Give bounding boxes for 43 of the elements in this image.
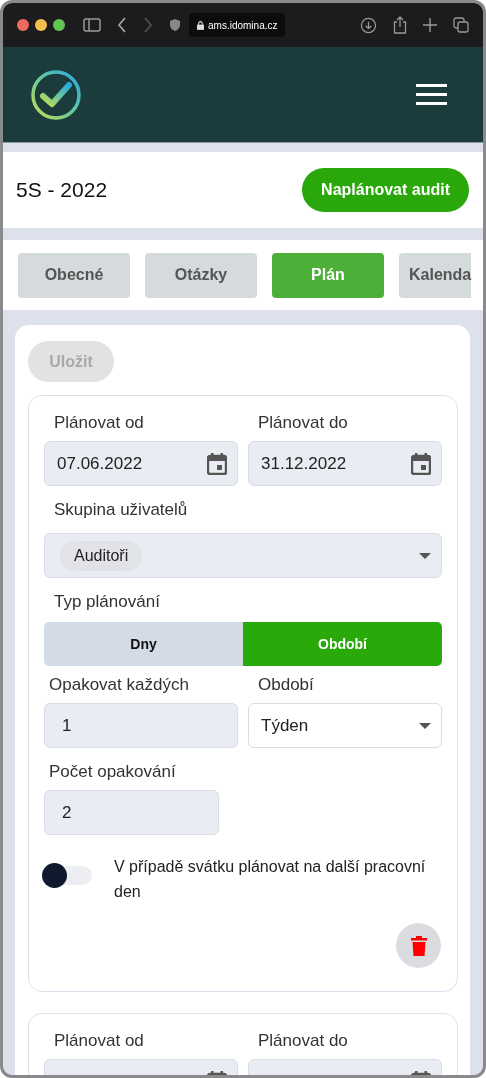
dropdown-caret-icon — [419, 722, 431, 729]
download-icon[interactable] — [360, 16, 377, 34]
address-bar[interactable]: ams.idomina.cz — [189, 13, 286, 37]
lock-icon — [197, 20, 204, 30]
segment-option[interactable]: Dny — [44, 622, 243, 666]
repeat-input[interactable]: 1 — [44, 703, 238, 748]
field-label: Skupina uživatelů — [53, 500, 189, 520]
user-group-chip: Auditoři — [60, 540, 143, 571]
date-field[interactable]: 07.06.2022 — [44, 441, 238, 486]
toggle-label: V případě svátku plánovat na další pracovní den — [114, 857, 427, 902]
field-label: Plánovat do — [257, 1031, 349, 1051]
calendar-icon[interactable] — [207, 452, 227, 475]
back-icon[interactable] — [117, 17, 127, 33]
tabs-overview-icon[interactable] — [453, 17, 469, 33]
field-label: Opakovat každých — [48, 675, 190, 695]
period-select[interactable]: Týden — [248, 703, 442, 748]
tab[interactable]: Obecné — [18, 252, 130, 298]
shield-icon — [169, 18, 181, 32]
count-input[interactable]: 2 — [44, 790, 219, 835]
close-icon[interactable] — [17, 19, 29, 31]
field-label: Plánovat do — [257, 413, 349, 433]
minimize-icon[interactable] — [35, 19, 47, 31]
date-field[interactable]: 31.12.2022 — [248, 441, 442, 486]
maximize-icon[interactable] — [53, 19, 65, 31]
field-label: Plánovat od — [53, 1031, 145, 1051]
tab[interactable]: Kalenda — [399, 252, 472, 298]
field-label: Plánovat od — [53, 413, 145, 433]
new-tab-icon[interactable] — [423, 18, 437, 32]
logo-icon — [30, 68, 82, 121]
delete-button[interactable] — [396, 923, 441, 968]
menu-icon[interactable] — [416, 83, 447, 106]
user-group-select[interactable]: Auditoři — [44, 533, 442, 578]
sidebar-icon[interactable] — [83, 18, 101, 32]
field-label: Počet opakování — [48, 762, 177, 782]
tab[interactable]: Otázky — [145, 252, 257, 298]
calendar-icon[interactable] — [411, 452, 431, 475]
page-title: 5S - 2022 — [16, 178, 108, 202]
field-label: Typ plánování — [53, 592, 161, 612]
toggle-switch[interactable] — [44, 866, 92, 885]
dropdown-caret-icon — [419, 552, 431, 559]
share-icon[interactable] — [393, 16, 407, 34]
trash-icon — [410, 935, 427, 956]
field-label: Období — [257, 675, 315, 695]
